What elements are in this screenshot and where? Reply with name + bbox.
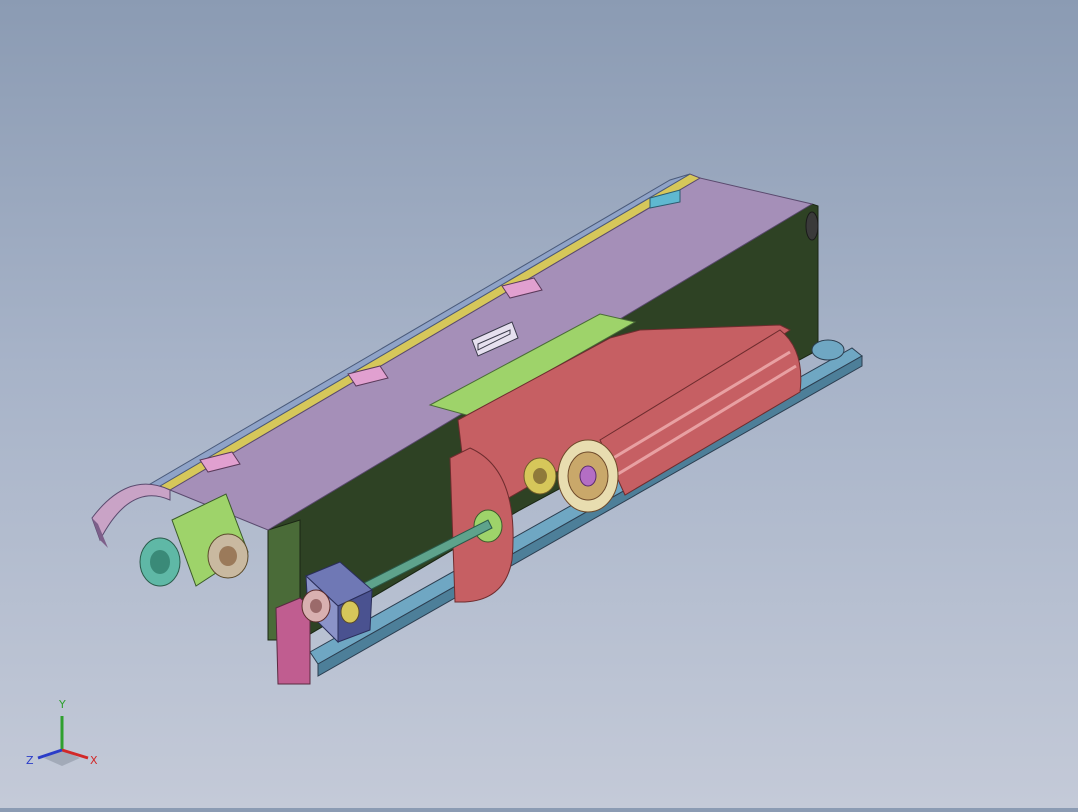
conveyor-assembly-model[interactable] xyxy=(0,0,1078,808)
y-axis-label: Y xyxy=(58,698,66,711)
orientation-triad[interactable]: Y X Z xyxy=(22,692,112,772)
x-axis-label: X xyxy=(90,754,98,767)
z-axis-label: Z xyxy=(26,754,34,767)
cad-viewport[interactable]: Y X Z xyxy=(0,0,1078,808)
